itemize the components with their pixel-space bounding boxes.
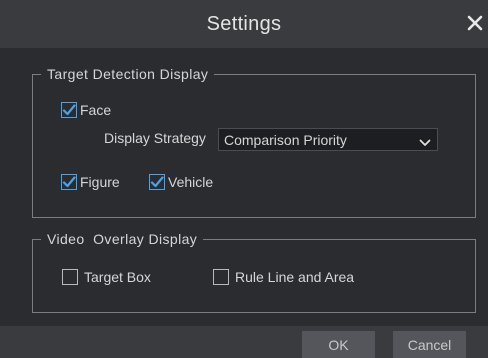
display-strategy-label: Display Strategy — [104, 130, 206, 146]
checkmark-icon — [62, 104, 76, 116]
vehicle-checkbox[interactable] — [149, 174, 165, 190]
vehicle-option[interactable]: Vehicle — [149, 174, 213, 190]
display-strategy-select[interactable]: Comparison Priority — [218, 128, 438, 151]
target-box-checkbox[interactable] — [62, 269, 78, 285]
video-overlay-legend: Video Overlay Display — [47, 231, 198, 247]
rule-line-checkbox[interactable] — [213, 269, 229, 285]
display-strategy-value: Comparison Priority — [224, 131, 347, 148]
face-label: Face — [80, 102, 112, 118]
figure-label: Figure — [80, 174, 120, 190]
vehicle-label: Vehicle — [168, 174, 214, 190]
face-checkbox[interactable] — [61, 102, 77, 118]
dialog-titlebar: Settings — [0, 0, 488, 48]
face-option[interactable]: Face — [61, 102, 111, 118]
checkmark-icon — [62, 176, 76, 188]
target-box-label: Target Box — [84, 269, 151, 285]
checkmark-icon — [150, 176, 164, 188]
ok-button[interactable]: OK — [302, 331, 375, 358]
target-detection-legend: Target Detection Display — [47, 66, 209, 82]
close-icon[interactable] — [462, 10, 488, 36]
figure-checkbox[interactable] — [61, 174, 77, 190]
rule-line-label: Rule Line and Area — [235, 269, 355, 285]
figure-option[interactable]: Figure — [61, 174, 120, 190]
dialog-title: Settings — [206, 12, 282, 35]
rule-line-option[interactable]: Rule Line and Area — [213, 269, 354, 285]
chevron-down-icon — [419, 135, 431, 153]
cancel-button[interactable]: Cancel — [393, 331, 466, 358]
target-box-option[interactable]: Target Box — [62, 269, 151, 285]
